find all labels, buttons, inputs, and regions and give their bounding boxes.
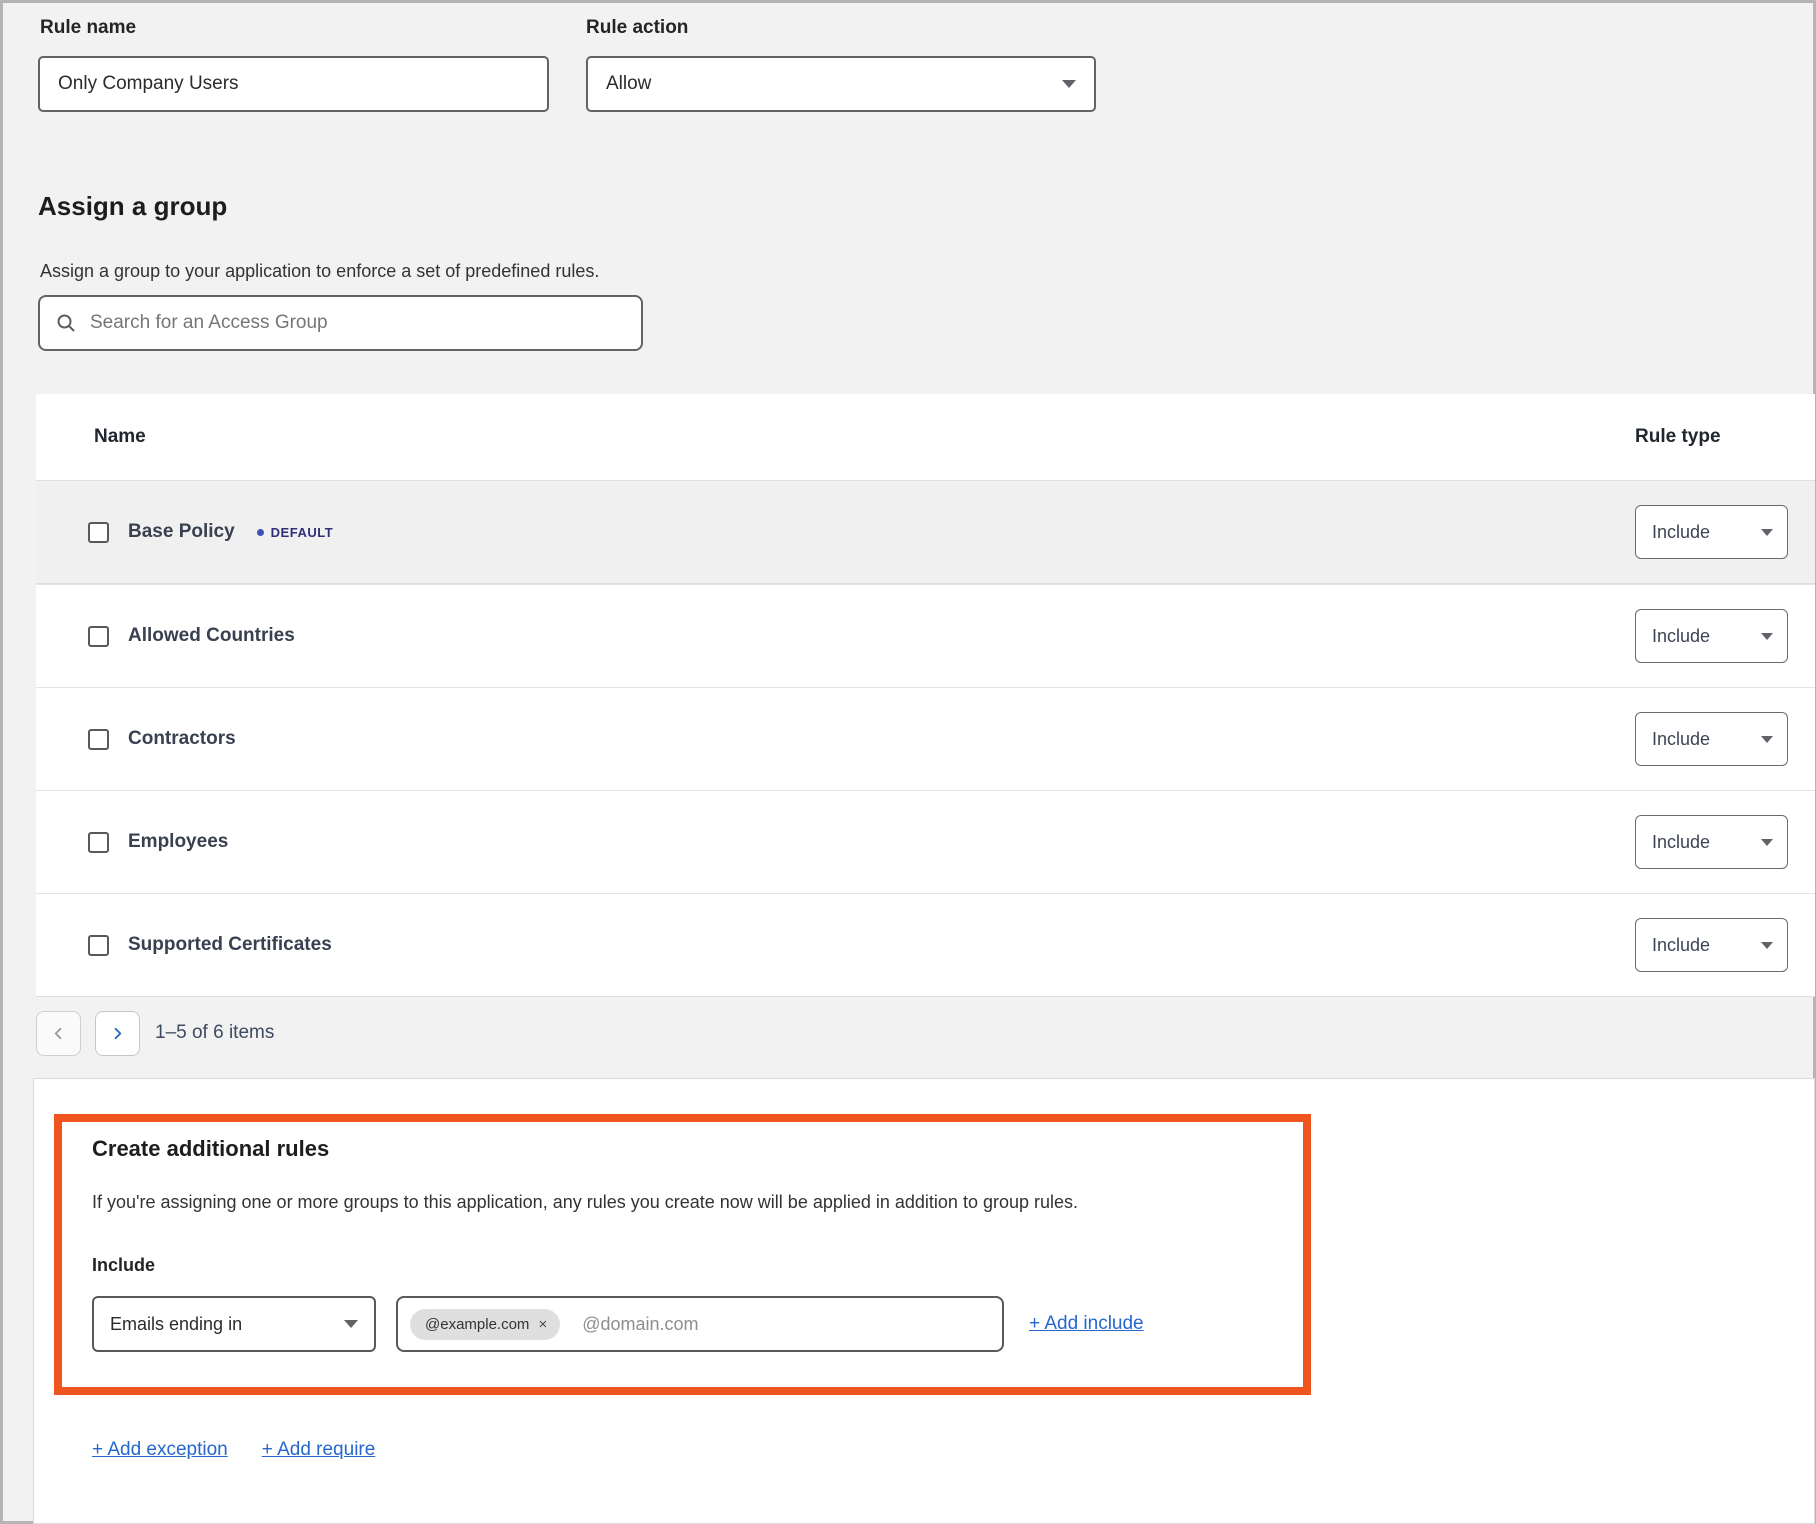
include-selector-value: Emails ending in xyxy=(110,1314,242,1335)
include-label: Include xyxy=(92,1255,1303,1276)
rule-name-input[interactable] xyxy=(38,56,549,112)
badge-dot-icon xyxy=(257,529,264,536)
chevron-down-icon xyxy=(1761,839,1773,846)
chevron-left-icon xyxy=(51,1026,66,1041)
rule-type-value: Include xyxy=(1652,522,1710,543)
rule-action-select[interactable]: Allow xyxy=(586,56,1096,112)
include-selector-select[interactable]: Emails ending in xyxy=(92,1296,376,1352)
email-domain-input[interactable] xyxy=(582,1314,882,1335)
row-checkbox[interactable] xyxy=(88,522,109,543)
group-name: Supported Certificates xyxy=(128,934,332,956)
row-checkbox[interactable] xyxy=(88,626,109,647)
column-header-name: Name xyxy=(36,426,146,448)
rule-type-value: Include xyxy=(1652,626,1710,647)
rule-type-select[interactable]: Include xyxy=(1635,609,1788,663)
chevron-down-icon xyxy=(1062,80,1076,88)
next-page-button[interactable] xyxy=(95,1011,140,1056)
rule-type-value: Include xyxy=(1652,935,1710,956)
rule-name-label: Rule name xyxy=(40,17,136,39)
rule-type-select[interactable]: Include xyxy=(1635,918,1788,972)
add-require-link[interactable]: + Add require xyxy=(262,1439,376,1461)
chevron-right-icon xyxy=(110,1026,125,1041)
table-row: Allowed Countries Include xyxy=(36,584,1815,687)
table-row: Contractors Include xyxy=(36,687,1815,790)
group-name: Allowed Countries xyxy=(128,625,295,647)
group-name: Employees xyxy=(128,831,228,853)
table-row: Supported Certificates Include xyxy=(36,893,1815,996)
group-name: Base Policy xyxy=(128,521,235,543)
create-additional-rules-highlight: Create additional rules If you're assign… xyxy=(54,1114,1311,1395)
table-row: Employees Include xyxy=(36,790,1815,893)
prev-page-button[interactable] xyxy=(36,1011,81,1056)
default-badge: DEFAULT xyxy=(257,525,333,540)
rule-type-select[interactable]: Include xyxy=(1635,815,1788,869)
access-group-search[interactable] xyxy=(38,295,643,351)
badge-label: DEFAULT xyxy=(271,525,333,540)
email-domains-field[interactable]: @example.com × xyxy=(396,1296,1004,1352)
row-checkbox[interactable] xyxy=(88,935,109,956)
chevron-down-icon xyxy=(1761,736,1773,743)
row-checkbox[interactable] xyxy=(88,729,109,750)
chip-label: @example.com xyxy=(425,1316,529,1333)
rule-action-value: Allow xyxy=(606,73,651,95)
access-groups-table: Name Rule type Base Policy DEFAULT Inclu… xyxy=(36,394,1815,997)
remove-chip-icon[interactable]: × xyxy=(538,1317,547,1332)
additional-rules-card: Create additional rules If you're assign… xyxy=(33,1078,1815,1524)
table-row: Base Policy DEFAULT Include xyxy=(36,481,1815,584)
pagination-summary: 1–5 of 6 items xyxy=(155,1022,274,1044)
rule-type-select[interactable]: Include xyxy=(1635,505,1788,559)
assign-group-description: Assign a group to your application to en… xyxy=(40,261,599,282)
chevron-down-icon xyxy=(344,1320,358,1328)
search-icon xyxy=(56,313,76,333)
additional-rules-description: If you're assigning one or more groups t… xyxy=(92,1192,1303,1213)
rule-type-select[interactable]: Include xyxy=(1635,712,1788,766)
rule-type-value: Include xyxy=(1652,832,1710,853)
search-input[interactable] xyxy=(90,312,625,334)
table-header: Name Rule type xyxy=(36,394,1815,481)
chevron-down-icon xyxy=(1761,942,1773,949)
chevron-down-icon xyxy=(1761,633,1773,640)
chevron-down-icon xyxy=(1761,529,1773,536)
row-checkbox[interactable] xyxy=(88,832,109,853)
assign-group-heading: Assign a group xyxy=(38,191,227,222)
group-name: Contractors xyxy=(128,728,236,750)
rule-action-label: Rule action xyxy=(586,17,688,39)
add-include-link[interactable]: + Add include xyxy=(1029,1313,1144,1335)
email-domain-chip: @example.com × xyxy=(410,1309,560,1340)
column-header-rule-type: Rule type xyxy=(1635,426,1721,448)
rule-type-value: Include xyxy=(1652,729,1710,750)
add-exception-link[interactable]: + Add exception xyxy=(92,1439,228,1461)
additional-rules-heading: Create additional rules xyxy=(92,1136,1303,1162)
